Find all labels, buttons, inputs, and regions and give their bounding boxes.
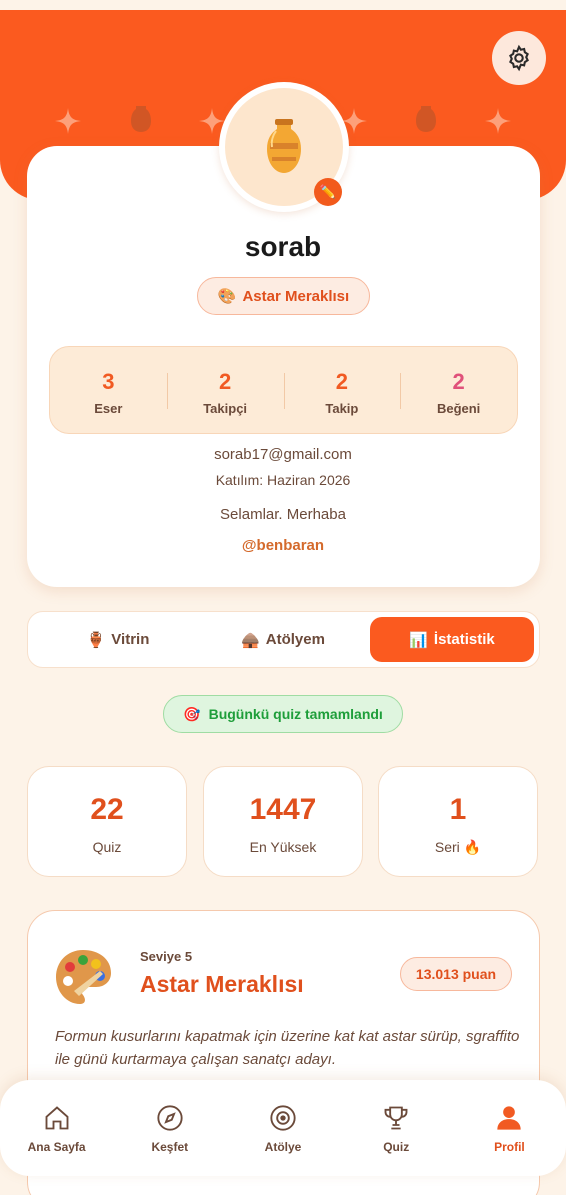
nav-label: Profil <box>494 1140 525 1154</box>
stat-label: Takipçi <box>203 401 248 416</box>
palette-icon: 🎨 <box>217 288 237 305</box>
vase-decoration-icon <box>416 106 436 132</box>
stat-value: 2 <box>335 369 348 394</box>
amphora-icon <box>267 119 301 173</box>
tab-label: Atölyem <box>265 631 325 648</box>
edit-avatar-button[interactable]: ✏️ <box>314 178 342 206</box>
settings-button[interactable] <box>492 31 546 85</box>
nav-label: Atölye <box>264 1140 302 1154</box>
level-description: Formun kusurlarını kapatmak için üzerine… <box>55 1028 520 1068</box>
stat-value: 2 <box>452 369 465 394</box>
quiz-completed-badge: 🎯 Bugünkü quiz tamamlandı <box>163 695 403 733</box>
stat-following[interactable]: 2 Takip <box>283 347 401 433</box>
quiz-count-label: Quiz <box>92 839 122 855</box>
nav-label: Ana Sayfa <box>27 1140 86 1154</box>
stat-label: Beğeni <box>436 401 481 416</box>
high-score-value: 1447 <box>249 793 317 826</box>
target-icon <box>270 1105 296 1131</box>
high-score-label: En Yüksek <box>249 839 317 855</box>
username: sorab <box>244 231 322 262</box>
stat-label: Takip <box>325 401 359 416</box>
bar-chart-icon: 📊 <box>409 631 428 649</box>
profile-joined-date: Katılım: Haziran 2026 <box>215 472 351 488</box>
tab-vitrin[interactable]: 🏺 Vitrin <box>38 617 198 662</box>
quiz-count-value: 22 <box>90 793 124 826</box>
vase-decoration-icon <box>131 106 151 132</box>
pencil-icon: ✏️ <box>319 184 337 199</box>
streak-card: 1 Seri 🔥 <box>378 766 538 877</box>
profile-stats: 3 Eser 2 Takipçi 2 Takip 2 Beğeni <box>49 346 518 434</box>
level-title: Astar Meraklısı <box>140 971 304 997</box>
bottom-navigation: Ana Sayfa Keşfet Atölye Quiz Profil <box>0 1080 566 1176</box>
stat-likes[interactable]: 2 Beğeni <box>400 347 517 433</box>
streak-label: Seri 🔥 <box>434 839 482 855</box>
nav-item-profile[interactable]: Profil <box>453 1080 566 1176</box>
palette-icon <box>56 950 111 1004</box>
trophy-icon <box>384 1106 408 1130</box>
tab-atolyem[interactable]: 🛖 Atölyem <box>200 617 366 662</box>
nav-label: Keşfet <box>151 1140 189 1154</box>
profile-email: sorab17@gmail.com <box>214 446 352 463</box>
level-number: Seviye 5 <box>140 949 193 964</box>
nav-item-quiz[interactable]: Quiz <box>340 1080 453 1176</box>
profile-tabs: 🏺 Vitrin 🛖 Atölyem 📊 İstatistik <box>27 611 540 668</box>
streak-value: 1 <box>449 793 467 826</box>
gear-icon <box>509 44 529 72</box>
target-icon: 🎯 <box>183 705 201 722</box>
profile-title-label: Astar Meraklısı <box>242 287 350 305</box>
nav-item-workshop[interactable]: Atölye <box>226 1080 339 1176</box>
points-badge: 13.013 puan <box>400 957 512 991</box>
nav-item-explore[interactable]: Keşfet <box>113 1080 226 1176</box>
home-icon <box>45 1106 69 1130</box>
nav-item-home[interactable]: Ana Sayfa <box>0 1080 113 1176</box>
profile-title-badge: 🎨 Astar Meraklısı <box>197 277 370 315</box>
quiz-count-card: 22 Quiz <box>27 766 187 877</box>
tab-label: Vitrin <box>111 631 150 648</box>
profile-bio: Selamlar. Merhaba <box>220 506 346 523</box>
tab-label: İstatistik <box>433 631 495 648</box>
sparkle-icon <box>485 108 511 134</box>
hut-icon: 🛖 <box>241 631 260 649</box>
tab-istatistik[interactable]: 📊 İstatistik <box>370 617 534 662</box>
quiz-completed-label: Bugünkü quiz tamamlandı <box>208 706 383 722</box>
stat-value: 3 <box>102 369 115 394</box>
vase-icon: 🏺 <box>86 631 106 649</box>
sparkle-icon <box>55 108 81 134</box>
stat-followers[interactable]: 2 Takipçi <box>166 347 284 433</box>
compass-icon <box>157 1105 183 1131</box>
nav-label: Quiz <box>383 1140 410 1154</box>
profile-handle-link[interactable]: @benbaran <box>0 537 566 554</box>
user-icon <box>497 1106 522 1130</box>
stat-works[interactable]: 3 Eser <box>50 347 167 433</box>
high-score-card: 1447 En Yüksek <box>203 766 363 877</box>
stat-label: Eser <box>94 401 123 416</box>
status-bar <box>0 0 566 10</box>
stat-value: 2 <box>219 369 232 394</box>
